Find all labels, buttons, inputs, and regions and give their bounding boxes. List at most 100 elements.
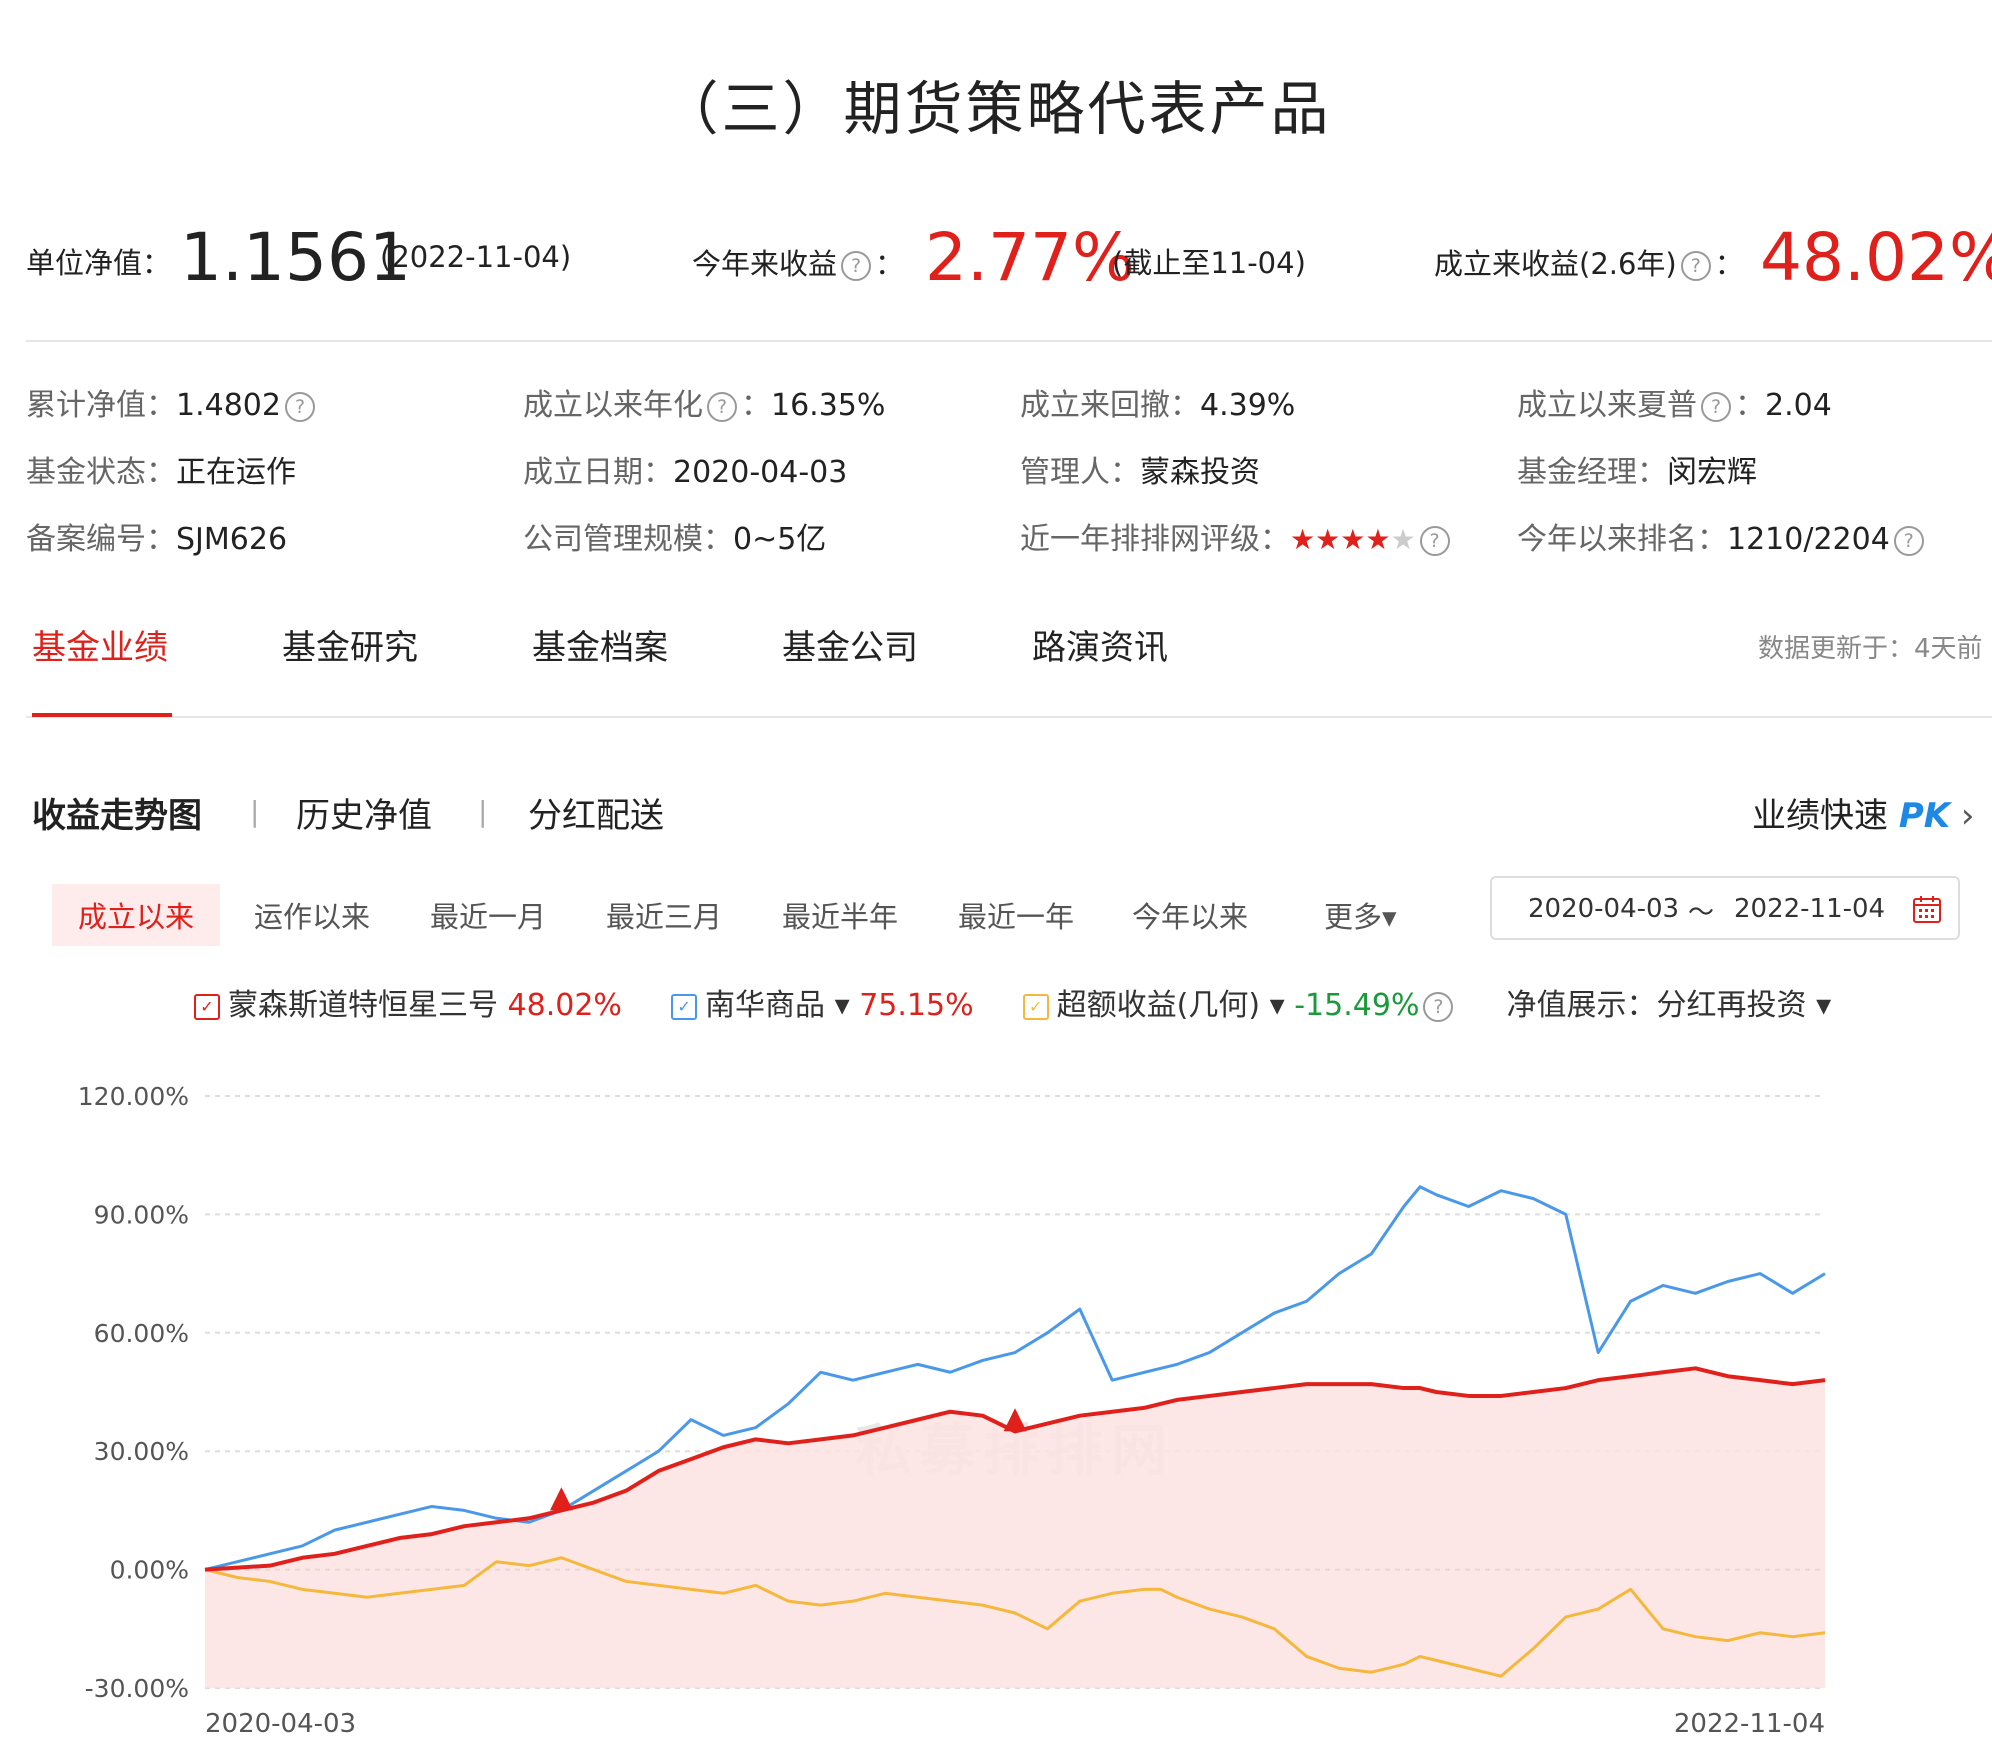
- date-separator: ～: [1688, 898, 1715, 928]
- y-tick-label: 0.00%: [110, 1556, 189, 1585]
- colon: ：: [875, 247, 905, 281]
- subtab-3[interactable]: 分红配送: [528, 788, 664, 837]
- triangle-marker-icon: ▲: [550, 1479, 573, 1514]
- info-label: 成立来回撤：: [1020, 388, 1200, 423]
- calendar-icon[interactable]: [1912, 894, 1942, 924]
- tab-divider: [26, 716, 1992, 718]
- active-tab-underline: [32, 713, 172, 717]
- pk-label: 业绩快速: [1752, 796, 1888, 836]
- help-icon[interactable]: ?: [1893, 525, 1924, 556]
- info-value: 2020-04-03: [673, 455, 848, 490]
- info-item: 累计净值：1.4802?: [26, 380, 319, 424]
- period-option-3[interactable]: 最近一月: [430, 894, 546, 936]
- x-tick-label-end: 2022-11-04: [1674, 1709, 1825, 1739]
- subtab-separator: |: [250, 795, 260, 828]
- period-option-1[interactable]: 成立以来: [52, 884, 221, 946]
- subtab-2[interactable]: 历史净值: [296, 788, 432, 837]
- tab-4[interactable]: 基金公司: [782, 620, 918, 669]
- info-item: 近一年排排网评级：★★★★★?: [1020, 514, 1454, 558]
- y-tick-label: -30.00%: [85, 1674, 189, 1703]
- star-icon: ★: [1340, 523, 1366, 556]
- colon: ：: [1714, 247, 1744, 281]
- y-tick-label: 120.00%: [78, 1082, 189, 1111]
- ytd-return-label: 今年来收益?：: [692, 241, 904, 283]
- since-inception-value: 48.02%: [1760, 219, 1992, 296]
- info-label: 成立以来年化: [523, 388, 703, 423]
- info-value[interactable]: 蒙森投资: [1140, 455, 1260, 490]
- legend-index-value: 75.15%: [859, 988, 974, 1023]
- legend-excess-name[interactable]: 超额收益(几何) ▾: [1057, 988, 1285, 1023]
- help-icon[interactable]: ?: [1701, 391, 1731, 422]
- period-option-5[interactable]: 最近半年: [782, 894, 898, 936]
- help-icon[interactable]: ?: [1423, 991, 1454, 1022]
- legend-item-index[interactable]: ✓ 南华商品 ▾ 75.15%: [671, 988, 974, 1023]
- legend-excess-value: -15.49%: [1294, 988, 1420, 1023]
- period-option-7[interactable]: 今年以来: [1132, 894, 1248, 936]
- info-label: 近一年排排网评级：: [1020, 522, 1290, 557]
- period-option-8[interactable]: 更多▾: [1324, 894, 1397, 936]
- help-icon[interactable]: ?: [707, 391, 737, 422]
- colon: ：: [741, 388, 771, 423]
- info-value: 1.4802: [176, 388, 281, 423]
- subtab-1[interactable]: 收益走势图: [32, 788, 202, 837]
- tab-3[interactable]: 基金档案: [532, 620, 668, 669]
- info-value: 正在运作: [176, 455, 296, 490]
- y-tick-label: 90.00%: [94, 1200, 189, 1229]
- info-value: 0~5亿: [733, 522, 827, 557]
- info-label: 成立日期：: [523, 455, 673, 490]
- period-option-6[interactable]: 最近一年: [958, 894, 1074, 936]
- period-option-4[interactable]: 最近三月: [606, 894, 722, 936]
- legend-item-fund[interactable]: ✓ 蒙森斯道特恒星三号 48.02%: [194, 988, 622, 1023]
- info-label: 累计净值：: [26, 388, 176, 423]
- star-icon: ★: [1365, 523, 1391, 556]
- star-icon: ★: [1315, 523, 1341, 556]
- legend-item-excess[interactable]: ✓ 超额收益(几何) ▾ -15.49%?: [1022, 988, 1458, 1023]
- nav-display-select[interactable]: 分红再投资 ▾: [1657, 988, 1832, 1023]
- info-item: 成立以来年化? ：16.35%: [523, 380, 885, 424]
- tab-2[interactable]: 基金研究: [282, 620, 418, 669]
- date-end[interactable]: 2022-11-04: [1734, 894, 1885, 924]
- info-label: 基金状态：: [26, 455, 176, 490]
- pk-link[interactable]: 业绩快速 PK ›: [1752, 788, 1975, 837]
- ytd-return-note: (截止至11-04): [1112, 246, 1306, 280]
- info-item: 成立日期：2020-04-03: [523, 447, 847, 491]
- info-item: 公司管理规模：0~5亿: [523, 514, 826, 558]
- checkbox-checked-icon[interactable]: ✓: [1022, 993, 1049, 1020]
- help-icon[interactable]: ?: [841, 251, 872, 281]
- x-tick-label-start: 2020-04-03: [205, 1709, 356, 1739]
- help-icon[interactable]: ?: [1419, 525, 1450, 556]
- info-item: 管理人：蒙森投资: [1020, 447, 1260, 491]
- subtab-separator: |: [478, 795, 488, 828]
- help-icon[interactable]: ?: [1680, 251, 1711, 281]
- tab-1[interactable]: 基金业绩: [32, 620, 168, 669]
- legend: ✓ 蒙森斯道特恒星三号 48.02% ✓ 南华商品 ▾ 75.15% ✓ 超额收益(几…: [194, 980, 1831, 1024]
- unit-nav-date: (2022-11-04): [380, 240, 572, 274]
- chevron-right-icon: ›: [1960, 796, 1975, 836]
- info-label: 备案编号：: [26, 522, 176, 557]
- info-label: 今年以来排名：: [1517, 522, 1727, 557]
- since-inception-label: 成立来收益(2.6年)?：: [1434, 241, 1744, 283]
- star-icon: ★: [1290, 523, 1316, 556]
- unit-nav-label: 单位净值：: [26, 246, 172, 280]
- info-value: 16.35%: [771, 388, 886, 423]
- help-icon[interactable]: ?: [284, 391, 315, 422]
- legend-index-name[interactable]: 南华商品 ▾: [705, 988, 850, 1023]
- info-value: 4.39%: [1200, 388, 1296, 423]
- checkbox-checked-icon[interactable]: ✓: [671, 993, 698, 1020]
- date-range-picker[interactable]: 2020-04-03 ～ 2022-11-04: [1490, 876, 1960, 940]
- checkbox-checked-icon[interactable]: ✓: [194, 993, 220, 1020]
- tab-5[interactable]: 路演资讯: [1032, 620, 1168, 669]
- info-item: 成立来回撤：4.39%: [1020, 380, 1295, 424]
- nav-display-label: 净值展示：: [1506, 988, 1657, 1023]
- info-value[interactable]: 闵宏辉: [1667, 455, 1757, 490]
- info-item: 今年以来排名：1210/2204?: [1517, 514, 1928, 558]
- legend-fund-value: 48.02%: [507, 988, 622, 1023]
- info-item: 基金经理：闵宏辉: [1517, 447, 1757, 491]
- info-label: 管理人：: [1020, 455, 1140, 490]
- since-inception-label-text: 成立来收益(2.6年): [1434, 247, 1677, 281]
- info-item: 备案编号：SJM626: [26, 514, 287, 558]
- date-start[interactable]: 2020-04-03: [1528, 894, 1679, 924]
- period-option-2[interactable]: 运作以来: [254, 894, 370, 936]
- triangle-marker-icon: ▲: [1003, 1400, 1026, 1435]
- info-value: SJM626: [176, 522, 288, 557]
